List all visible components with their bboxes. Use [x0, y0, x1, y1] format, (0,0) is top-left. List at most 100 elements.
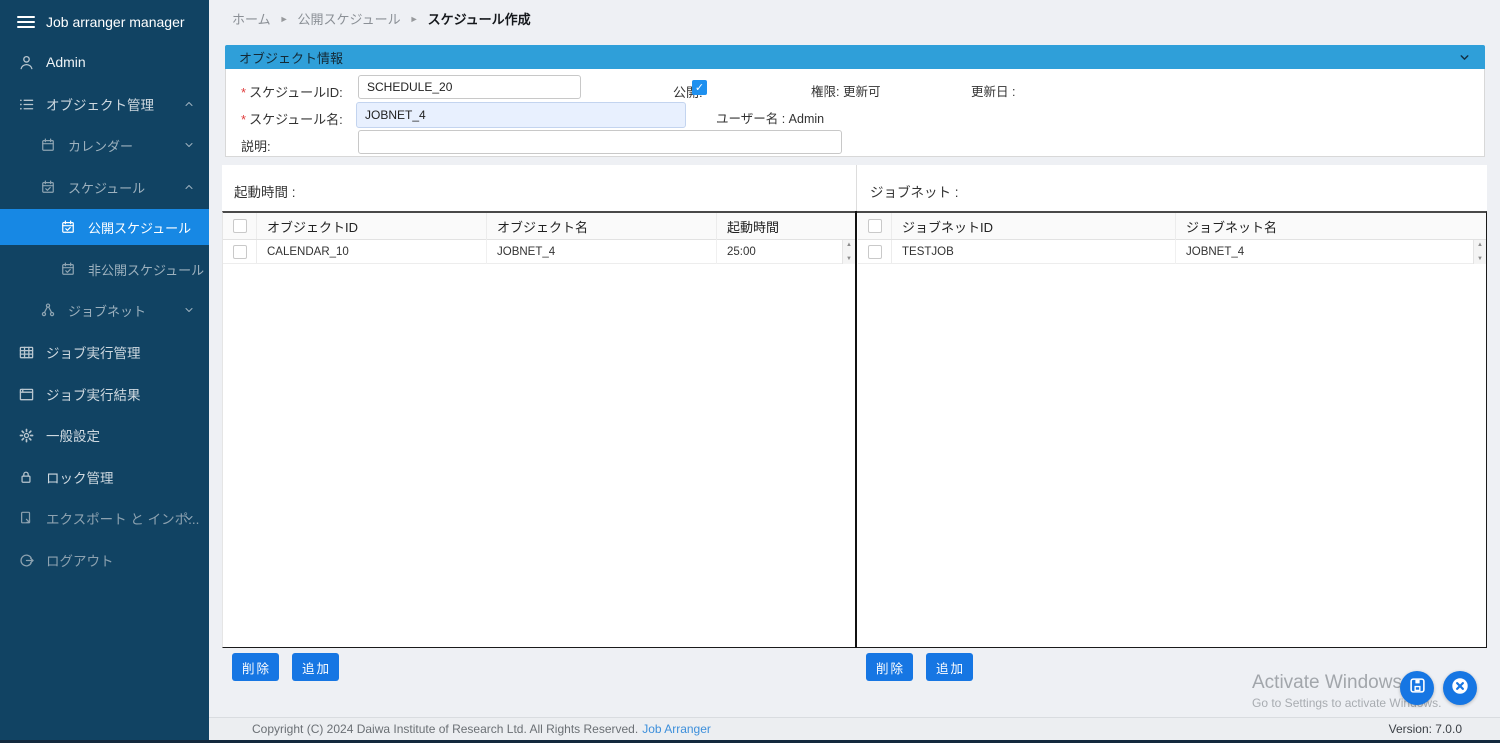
sidebar-item-job-execution-management[interactable]: ジョブ実行管理 [0, 334, 209, 370]
schedule-id-label: *スケジュールID: [241, 82, 343, 101]
gear-icon [16, 428, 36, 443]
breadcrumb: ホーム ► 公開スケジュール ► スケジュール作成 [232, 9, 531, 28]
updated-date-label: 更新日 : [971, 81, 1015, 100]
chevron-down-icon [183, 304, 195, 316]
sidebar-item-label: ジョブ実行管理 [46, 342, 141, 362]
row-checkbox-cell [858, 240, 892, 263]
description-input[interactable] [358, 130, 842, 154]
select-all-checkbox-cell [223, 213, 257, 239]
app-brand[interactable]: Job arranger manager [0, 4, 209, 40]
sidebar: Job arranger manager Admin オブジェクト管理 カレンダ… [0, 0, 209, 743]
collapse-chevron-icon[interactable] [1458, 51, 1471, 64]
object-info-title: オブジェクト情報 [239, 48, 343, 67]
app-title: Job arranger manager [46, 14, 185, 30]
column-header[interactable]: ジョブネット名 [1176, 213, 1486, 240]
object-info-form: *スケジュールID: 公開: 権限: 更新可 更新日 : *スケジュール名: ユ… [225, 69, 1485, 157]
cell-jobnet-id: TESTJOB [892, 240, 1176, 264]
pane-divider [855, 211, 857, 648]
close-icon [1449, 675, 1471, 702]
sidebar-item-object-management[interactable]: オブジェクト管理 [0, 86, 209, 122]
boot-time-table-row[interactable]: CALENDAR_10 JOBNET_4 25:00 [223, 240, 842, 264]
jobnet-scrollbar[interactable]: ▲ ▼ [1473, 240, 1486, 264]
sidebar-item-export-import[interactable]: エクスポート と インポ... [0, 500, 209, 536]
user-icon [16, 55, 36, 70]
calendar-check-icon [38, 180, 58, 194]
save-button[interactable] [1400, 671, 1434, 705]
schedule-name-input[interactable] [356, 102, 686, 128]
select-all-checkbox[interactable] [868, 219, 882, 233]
sidebar-item-label: オブジェクト管理 [46, 94, 154, 114]
column-header[interactable]: オブジェクトID [257, 213, 487, 240]
sidebar-item-logout[interactable]: ログアウト [0, 542, 209, 578]
logout-icon [16, 553, 36, 568]
sidebar-item-private-schedule[interactable]: 非公開スケジュール [0, 251, 209, 287]
column-header[interactable]: 起動時間 [717, 213, 855, 240]
select-all-checkbox-cell [858, 213, 892, 239]
jobnet-add-button[interactable]: 追加 [926, 653, 973, 681]
grid-icon [16, 345, 36, 360]
sidebar-item-label: スケジュール [68, 178, 145, 197]
sidebar-item-label: 公開スケジュール [88, 218, 191, 237]
scroll-up-icon[interactable]: ▲ [1477, 242, 1483, 248]
required-mark: * [241, 112, 246, 127]
sidebar-item-jobnet[interactable]: ジョブネット [0, 292, 209, 328]
sidebar-item-schedule[interactable]: スケジュール [0, 169, 209, 205]
schedule-id-input[interactable] [358, 75, 581, 99]
object-info-header[interactable]: オブジェクト情報 [225, 45, 1485, 69]
copyright-text: Copyright (C) 2024 Daiwa Institute of Re… [252, 722, 638, 736]
calendar-check-icon [58, 220, 78, 234]
scroll-down-icon[interactable]: ▼ [1477, 256, 1483, 262]
row-checkbox[interactable] [868, 245, 882, 259]
jobnet-table-row[interactable]: TESTJOB JOBNET_4 [858, 240, 1473, 264]
boot-time-delete-button[interactable]: 削除 [232, 653, 279, 681]
cell-object-id: CALENDAR_10 [257, 240, 487, 264]
sidebar-item-label: 非公開スケジュール [88, 260, 204, 279]
hamburger-menu-icon[interactable] [16, 15, 36, 29]
sidebar-item-label: エクスポート と インポ... [46, 508, 199, 528]
public-checkbox[interactable] [692, 80, 707, 95]
column-header[interactable]: オブジェクト名 [487, 213, 717, 240]
boot-time-scrollbar[interactable]: ▲ ▼ [842, 240, 855, 264]
sidebar-item-calendar[interactable]: カレンダー [0, 127, 209, 163]
column-header[interactable]: ジョブネットID [892, 213, 1176, 240]
chevron-up-icon [183, 181, 195, 193]
select-all-checkbox[interactable] [233, 219, 247, 233]
close-button[interactable] [1443, 671, 1477, 705]
calendar-check-icon [58, 262, 78, 276]
breadcrumb-arrow-icon: ► [280, 14, 289, 24]
breadcrumb-public-schedule[interactable]: 公開スケジュール [298, 9, 401, 28]
sidebar-item-job-execution-result[interactable]: ジョブ実行結果 [0, 376, 209, 412]
sidebar-item-general-settings[interactable]: 一般設定 [0, 417, 209, 453]
network-icon [38, 303, 58, 317]
jobnet-section-label: ジョブネット : [870, 181, 959, 201]
calendar-icon [38, 138, 58, 152]
row-checkbox[interactable] [233, 245, 247, 259]
sidebar-item-label: ログアウト [46, 550, 114, 570]
breadcrumb-home[interactable]: ホーム [232, 9, 271, 28]
cell-boot-time: 25:00 [717, 240, 842, 264]
scroll-down-icon[interactable]: ▼ [846, 256, 852, 262]
sidebar-item-label: ジョブネット [68, 301, 146, 320]
list-icon [16, 97, 36, 112]
boot-time-section-label: 起動時間 : [234, 181, 296, 201]
sidebar-item-public-schedule[interactable]: 公開スケジュール [0, 209, 209, 245]
job-arranger-link[interactable]: Job Arranger [642, 722, 711, 736]
sidebar-user[interactable]: Admin [0, 44, 209, 80]
footer: Copyright (C) 2024 Daiwa Institute of Re… [209, 717, 1500, 740]
boot-time-add-button[interactable]: 追加 [292, 653, 339, 681]
scroll-up-icon[interactable]: ▲ [846, 242, 852, 248]
sidebar-item-label: ジョブ実行結果 [46, 384, 141, 404]
boot-time-table-header: オブジェクトID オブジェクト名 起動時間 [223, 213, 855, 240]
window-icon [16, 387, 36, 402]
chevron-down-icon [183, 139, 195, 151]
breadcrumb-current-page: スケジュール作成 [428, 9, 531, 28]
sidebar-item-lock-management[interactable]: ロック管理 [0, 459, 209, 495]
row-checkbox-cell [223, 240, 257, 263]
sidebar-item-label: 一般設定 [46, 425, 100, 445]
required-mark: * [241, 85, 246, 100]
schedule-detail-area: 起動時間 : ジョブネット : オブジェクトID オブジェクト名 起動時間 CA… [222, 165, 1487, 648]
jobnet-delete-button[interactable]: 削除 [866, 653, 913, 681]
sidebar-item-label: ロック管理 [46, 467, 114, 487]
lock-icon [16, 470, 36, 484]
breadcrumb-arrow-icon: ► [410, 14, 419, 24]
